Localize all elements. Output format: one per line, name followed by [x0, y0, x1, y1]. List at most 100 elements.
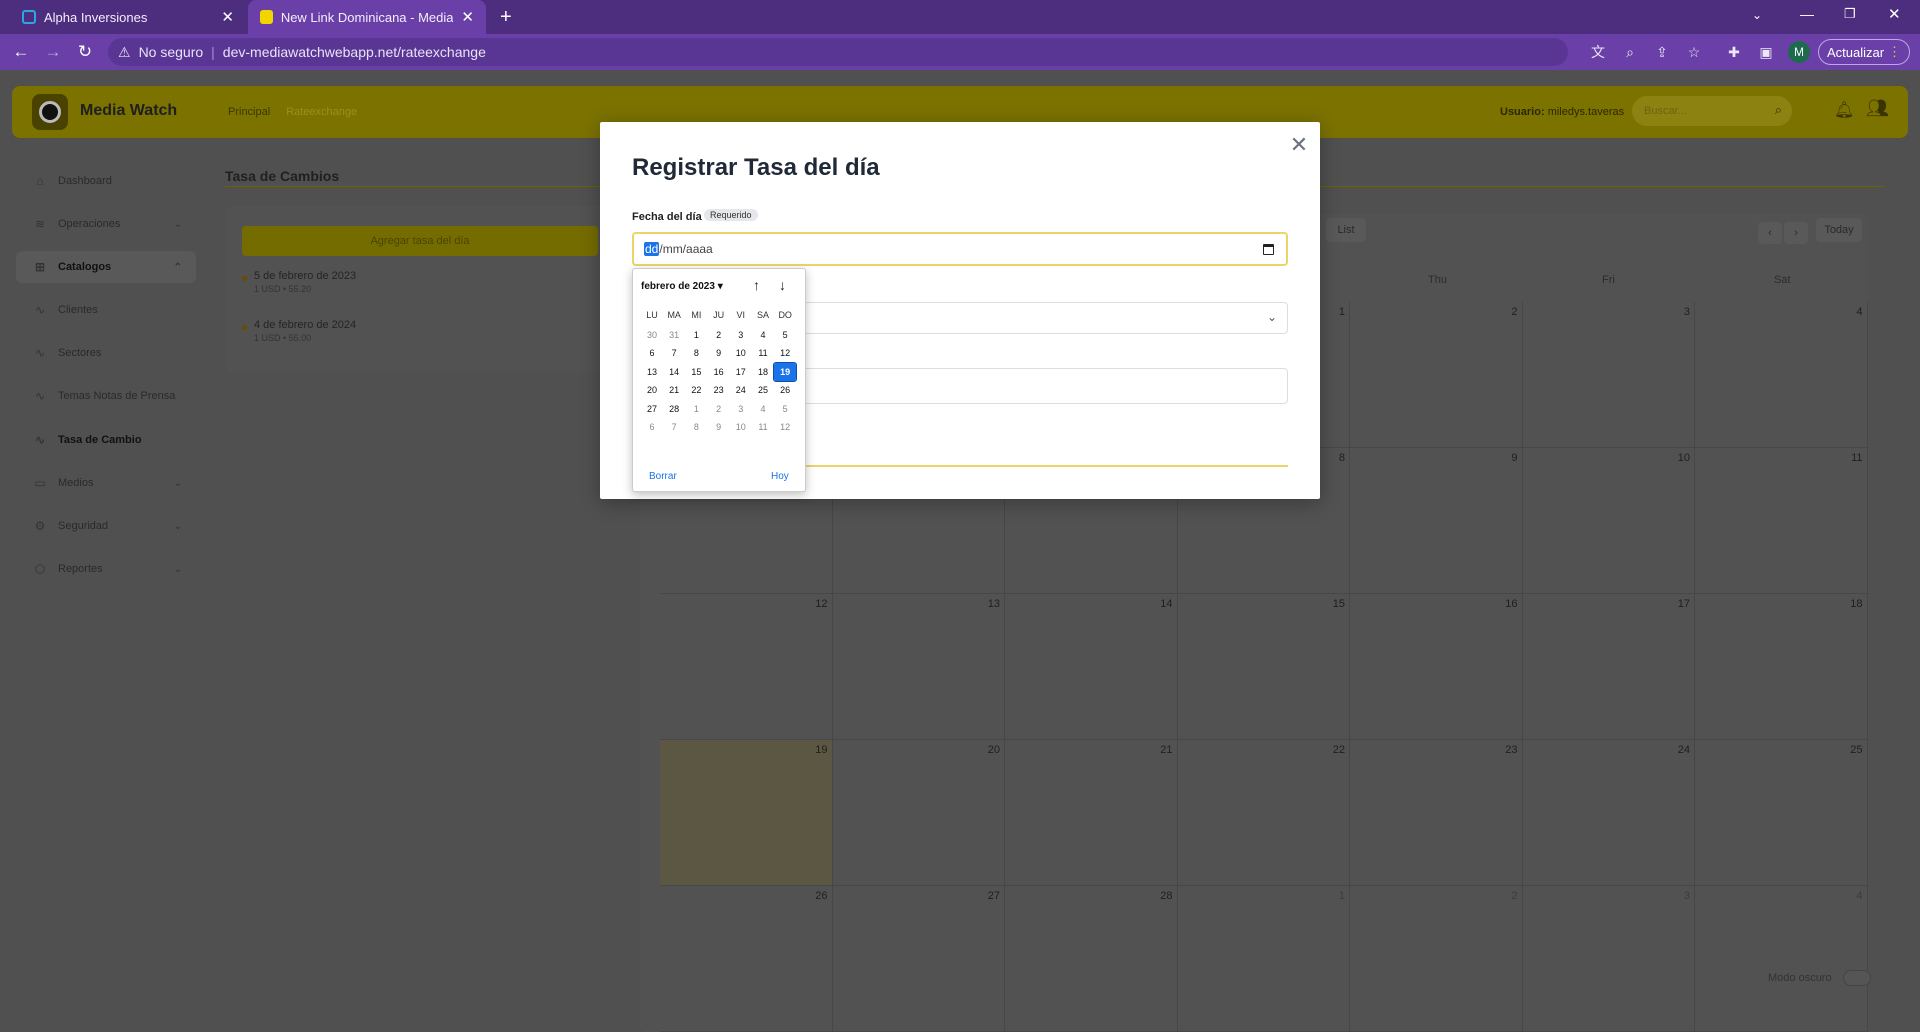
date-picker-day[interactable]: 4 [752, 400, 774, 418]
dark-mode-toggle[interactable] [1843, 970, 1871, 986]
calendar-day-cell[interactable]: 3 [1522, 302, 1695, 448]
clear-button[interactable]: Borrar [649, 471, 677, 482]
date-picker-day[interactable]: 3 [730, 326, 752, 344]
date-picker-day[interactable]: 2 [708, 400, 730, 418]
calendar-day-cell[interactable]: 4 [1695, 886, 1868, 1032]
calendar-day-cell[interactable]: 20 [832, 740, 1005, 886]
date-picker-day[interactable]: 21 [663, 381, 685, 399]
date-picker-day[interactable]: 28 [663, 400, 685, 418]
calendar-day-cell[interactable]: 2 [1350, 886, 1523, 1032]
add-rate-button[interactable]: Agregar tasa del día [242, 226, 598, 256]
close-tab-icon[interactable]: ✕ [221, 8, 234, 26]
app-logo[interactable] [32, 94, 68, 130]
date-picker-day[interactable]: 11 [752, 344, 774, 362]
sidebar-item-dashboard[interactable]: ⌂ Dashboard [16, 165, 196, 197]
calendar-day-cell[interactable]: 18 [1695, 594, 1868, 740]
date-picker-day[interactable]: 13 [641, 363, 663, 381]
date-picker-day[interactable]: 20 [641, 381, 663, 399]
restore-icon[interactable]: ❐ [1844, 6, 1856, 22]
calendar-day-cell[interactable]: 2 [1350, 302, 1523, 448]
calendar-list-button[interactable]: List [1326, 218, 1366, 242]
date-picker-day[interactable]: 6 [641, 418, 663, 436]
date-picker-day[interactable]: 24 [730, 381, 752, 399]
breadcrumb-principal[interactable]: Principal [228, 106, 270, 118]
date-picker-day[interactable]: 15 [685, 363, 707, 381]
selected-day[interactable]: 19 [773, 361, 798, 382]
sidebar-item-medios[interactable]: ▭ Medios ⌄ [16, 467, 196, 499]
date-picker-day[interactable]: 17 [730, 363, 752, 381]
date-picker-day[interactable]: 22 [685, 381, 707, 399]
date-picker-day[interactable]: 2 [708, 326, 730, 344]
calendar-day-cell[interactable]: 23 [1350, 740, 1523, 886]
date-picker-day[interactable]: 5 [774, 326, 796, 344]
date-picker-day[interactable]: 12 [774, 418, 796, 436]
date-picker-day[interactable]: 8 [685, 418, 707, 436]
tab-search-chevron-icon[interactable]: ⌄ [1752, 8, 1762, 22]
profile-avatar[interactable]: M [1788, 41, 1810, 63]
calendar-day-cell[interactable]: 17 [1522, 594, 1695, 740]
calendar-day-cell[interactable]: 10 [1522, 448, 1695, 594]
calendar-day-cell[interactable]: 16 [1350, 594, 1523, 740]
date-picker-day[interactable]: 4 [752, 326, 774, 344]
new-tab-icon[interactable]: + [500, 6, 512, 29]
sidebar-item-catalogos[interactable]: ⊞ Catalogos ⌃ [16, 251, 196, 283]
calendar-day-cell[interactable]: 15 [1177, 594, 1350, 740]
date-day-segment[interactable]: dd [644, 242, 660, 256]
extensions-icon[interactable]: ✚ [1724, 42, 1744, 62]
calendar-next-icon[interactable]: › [1784, 222, 1808, 244]
date-picker-day[interactable]: 8 [685, 344, 707, 362]
calendar-day-cell[interactable]: 26 [660, 886, 833, 1032]
today-button[interactable]: Hoy [771, 471, 789, 482]
date-picker-day[interactable]: 7 [663, 344, 685, 362]
date-picker-day[interactable]: 1 [685, 400, 707, 418]
sidebar-item-clientes[interactable]: ∿ Clientes [16, 294, 196, 326]
calendar-day-cell[interactable]: 14 [1005, 594, 1178, 740]
calendar-day-cell[interactable]: 9 [1350, 448, 1523, 594]
minimize-icon[interactable]: — [1800, 6, 1814, 22]
sidebar-item-tasa-cambio[interactable]: ∿ Tasa de Cambio [16, 424, 196, 456]
date-picker-day[interactable]: 16 [708, 363, 730, 381]
date-picker-day[interactable]: 1 [685, 326, 707, 344]
bookmark-star-icon[interactable]: ☆ [1684, 42, 1704, 62]
sidebar-item-sectores[interactable]: ∿ Sectores [16, 337, 196, 369]
close-icon[interactable]: ✕ [1288, 132, 1310, 157]
calendar-day-cell[interactable]: 25 [1695, 740, 1868, 886]
reload-icon[interactable]: ↻ [73, 40, 97, 64]
date-picker-day[interactable]: 31 [663, 326, 685, 344]
date-field[interactable]: dd/mm/aaaa [632, 232, 1288, 266]
calendar-day-cell[interactable]: 12 [660, 594, 833, 740]
calendar-day-cell[interactable]: 27 [832, 886, 1005, 1032]
calendar-day-cell[interactable]: 1 [1177, 886, 1350, 1032]
zoom-icon[interactable]: ⌕ [1620, 42, 1640, 62]
calendar-day-cell[interactable]: 19 [660, 740, 833, 886]
search-icon[interactable]: ⌕ [1775, 102, 1782, 118]
date-picker-day[interactable]: 18 [752, 363, 774, 381]
sidebar-item-seguridad[interactable]: ⚙ Seguridad ⌄ [16, 510, 196, 542]
back-icon[interactable]: ← [9, 40, 33, 64]
calendar-day-cell[interactable]: 11 [1695, 448, 1868, 594]
date-picker-day[interactable]: 6 [641, 344, 663, 362]
date-picker-day[interactable]: 7 [663, 418, 685, 436]
date-picker-day[interactable]: 14 [663, 363, 685, 381]
update-button[interactable]: Actualizar ⋮ [1818, 39, 1910, 65]
date-picker-day[interactable]: 26 [774, 381, 796, 399]
date-picker-day[interactable]: 11 [752, 418, 774, 436]
browser-tab-alpha[interactable]: Alpha Inversiones ✕ [10, 0, 246, 34]
forward-icon[interactable]: → [41, 40, 65, 64]
calendar-today-button[interactable]: Today [1816, 218, 1862, 242]
share-icon[interactable]: ⇪ [1652, 42, 1672, 62]
side-panel-icon[interactable]: ▣ [1756, 42, 1776, 62]
calendar-prev-icon[interactable]: ‹ [1758, 222, 1782, 244]
date-picker-day[interactable]: 23 [708, 381, 730, 399]
sidebar-item-reportes[interactable]: ⬡ Reportes ⌄ [16, 553, 196, 585]
sidebar-item-temas[interactable]: ∿ Temas Notas de Prensa [16, 380, 196, 412]
calendar-day-cell[interactable]: 3 [1522, 886, 1695, 1032]
date-picker-day[interactable]: 25 [752, 381, 774, 399]
date-picker-day[interactable]: 3 [730, 400, 752, 418]
calendar-day-cell[interactable]: 4 [1695, 302, 1868, 448]
date-picker-day[interactable]: 5 [774, 400, 796, 418]
calendar-day-cell[interactable]: 21 [1005, 740, 1178, 886]
calendar-day-cell[interactable]: 28 [1005, 886, 1178, 1032]
sidebar-item-operaciones[interactable]: ≋ Operaciones ⌄ [16, 208, 196, 240]
bell-icon[interactable]: 🔔︎ [1834, 100, 1854, 120]
